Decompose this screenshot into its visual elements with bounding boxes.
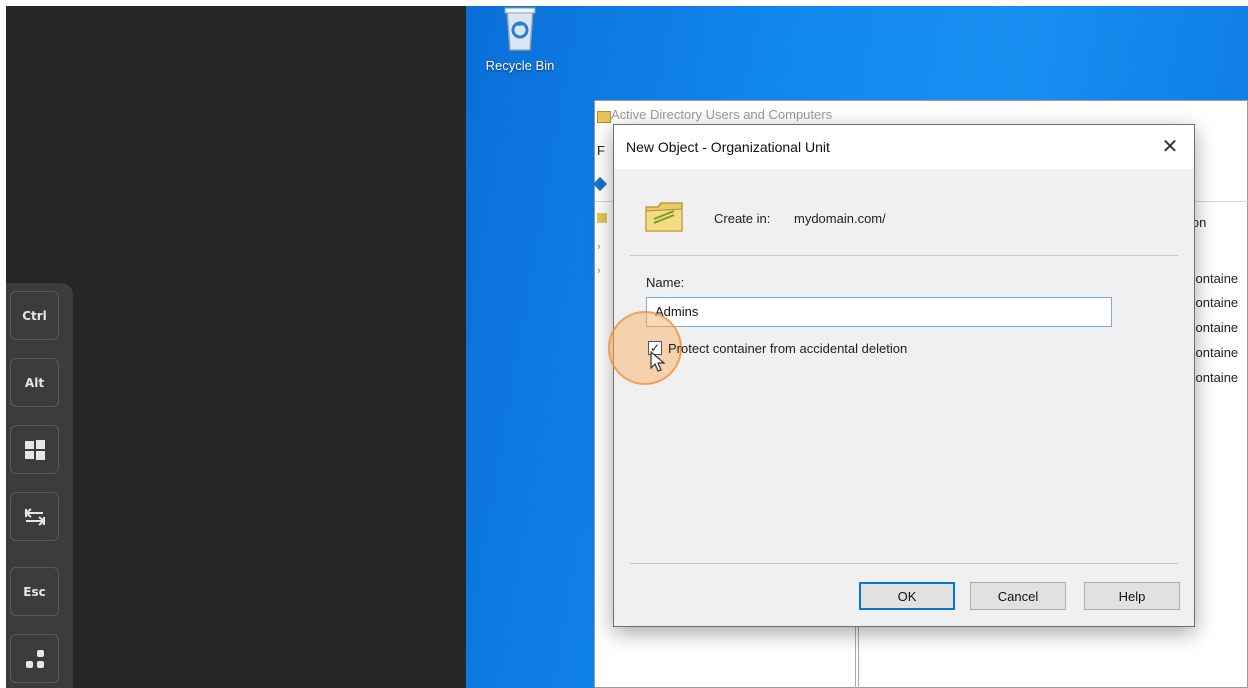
aduc-menu-file[interactable]: F [597, 143, 605, 158]
create-in-path: mydomain.com/ [794, 211, 886, 226]
virtual-key-toolbar: Ctrl Alt Esc [6, 283, 73, 688]
aduc-app-icon [597, 111, 611, 123]
windows-key-icon [24, 439, 46, 461]
mouse-pointer-icon [650, 350, 666, 378]
list-cell: containe [1189, 271, 1239, 286]
dialog-titlebar: New Object - Organizational Unit ✕ [614, 125, 1194, 169]
esc-key-button[interactable]: Esc [10, 567, 59, 616]
protect-container-label[interactable]: Protect container from accidental deleti… [668, 341, 907, 356]
new-ou-dialog: New Object - Organizational Unit ✕ Creat… [608, 124, 1195, 627]
close-icon[interactable]: ✕ [1158, 135, 1182, 159]
list-cell: containe [1189, 345, 1239, 360]
divider [630, 255, 1178, 256]
help-button[interactable]: Help [1084, 582, 1180, 610]
tree-folder-icon [597, 213, 607, 223]
dialog-title: New Object - Organizational Unit [626, 139, 830, 155]
cancel-button[interactable]: Cancel [970, 582, 1066, 610]
divider [630, 563, 1178, 564]
recycle-bin-label: Recycle Bin [485, 58, 555, 73]
back-arrow-icon[interactable] [592, 176, 608, 192]
more-icon [24, 648, 46, 670]
tab-key-icon [23, 506, 47, 528]
ctrl-key-label: Ctrl [22, 308, 47, 323]
list-cell: containe [1189, 370, 1239, 385]
alt-key-button[interactable]: Alt [10, 358, 59, 407]
create-in-label: Create in: [714, 211, 771, 226]
name-input[interactable]: Admins [646, 297, 1112, 327]
tab-key-button[interactable] [10, 492, 59, 541]
list-cell: containe [1189, 320, 1239, 335]
pane-splitter[interactable] [855, 621, 859, 688]
ok-button[interactable]: OK [859, 582, 955, 610]
tree-expand-chevron-icon[interactable]: › [597, 265, 601, 277]
aduc-window-title: Active Directory Users and Computers [611, 107, 833, 122]
recycle-bin-icon [497, 6, 543, 52]
alt-key-label: Alt [24, 375, 45, 390]
recycle-bin-shortcut[interactable]: Recycle Bin [476, 6, 564, 86]
ctrl-key-button[interactable]: Ctrl [10, 291, 59, 340]
tree-expand-chevron-icon[interactable]: › [597, 241, 601, 253]
screen: Ctrl Alt Esc Recycle Bin Active Director… [6, 6, 1248, 688]
list-cell: containe [1189, 295, 1239, 310]
name-label: Name: [646, 275, 685, 290]
esc-key-label: Esc [23, 584, 46, 599]
organizational-unit-icon [644, 197, 684, 233]
windows-key-button[interactable] [10, 425, 59, 474]
more-keys-button[interactable] [10, 634, 59, 683]
